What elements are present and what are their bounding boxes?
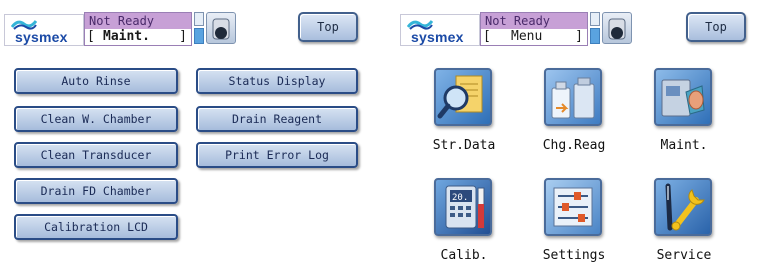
- maint-button[interactable]: [654, 68, 712, 126]
- status-panel: Not Ready [ Maint. ]: [84, 12, 192, 46]
- sysmex-logo: sysmex: [400, 14, 480, 46]
- instrument-indicator: [194, 12, 238, 46]
- indicator-light-bottom: [194, 28, 204, 44]
- menu-screen: sysmex Not Ready [ Menu ] Top Str.Data C…: [396, 0, 758, 279]
- maintenance-icon: [661, 79, 705, 117]
- drain-fd-chamber-button[interactable]: Drain FD Chamber: [14, 178, 178, 204]
- logo-text: sysmex: [15, 29, 68, 45]
- status-panel: Not Ready [ Menu ]: [480, 12, 588, 46]
- calibration-lcd-button[interactable]: Calibration LCD: [14, 214, 178, 240]
- auto-rinse-button[interactable]: Auto Rinse: [14, 68, 178, 94]
- indicator-light-bottom: [590, 28, 600, 44]
- drain-reagent-button[interactable]: Drain Reagent: [196, 106, 358, 132]
- clean-transducer-button[interactable]: Clean Transducer: [14, 142, 178, 168]
- maintenance-screen: sysmex Not Ready [ Maint. ] Top Auto Rin…: [0, 0, 370, 279]
- logo-text: sysmex: [411, 29, 464, 45]
- instrument-indicator: [590, 12, 634, 46]
- wrench-screwdriver-icon: [665, 183, 705, 231]
- top-button[interactable]: Top: [686, 12, 746, 42]
- bracket-open: [: [87, 29, 95, 44]
- chg-reag-button[interactable]: [544, 68, 602, 126]
- status-text: Not Ready: [85, 13, 191, 29]
- calibration-icon: 20.: [445, 185, 485, 229]
- indicator-light-top: [194, 12, 204, 26]
- mode-display: [ Maint. ]: [85, 29, 191, 45]
- settings-button[interactable]: [544, 178, 602, 236]
- status-display-button[interactable]: Status Display: [196, 68, 358, 94]
- mode-display: [ Menu ]: [481, 29, 587, 45]
- sysmex-logo: sysmex: [4, 14, 84, 46]
- chg-reag-label: Chg.Reag: [542, 138, 606, 153]
- reagent-bottles-icon: [551, 77, 595, 119]
- calib-button[interactable]: 20.: [434, 178, 492, 236]
- search-data-icon: [437, 75, 483, 119]
- sliders-icon: [553, 187, 593, 227]
- service-button[interactable]: [654, 178, 712, 236]
- str-data-button[interactable]: [434, 68, 492, 126]
- settings-label: Settings: [542, 248, 606, 263]
- status-text: Not Ready: [481, 13, 587, 29]
- clean-w-chamber-button[interactable]: Clean W. Chamber: [14, 106, 178, 132]
- str-data-label: Str.Data: [432, 138, 496, 153]
- print-error-log-button[interactable]: Print Error Log: [196, 142, 358, 168]
- indicator-light-top: [590, 12, 600, 26]
- analyzer-icon: [206, 12, 236, 44]
- analyzer-icon: [602, 12, 632, 44]
- calib-label: Calib.: [440, 248, 488, 263]
- mode-label: Menu: [511, 29, 543, 44]
- top-button[interactable]: Top: [298, 12, 358, 42]
- bracket-close: ]: [179, 29, 187, 44]
- mode-label: Maint.: [103, 29, 150, 44]
- svg-text:20.: 20.: [452, 193, 468, 203]
- bracket-close: ]: [575, 29, 583, 44]
- maint-label: Maint.: [660, 138, 708, 153]
- bracket-open: [: [483, 29, 491, 44]
- screen-divider: [370, 0, 396, 279]
- service-label: Service: [656, 248, 712, 263]
